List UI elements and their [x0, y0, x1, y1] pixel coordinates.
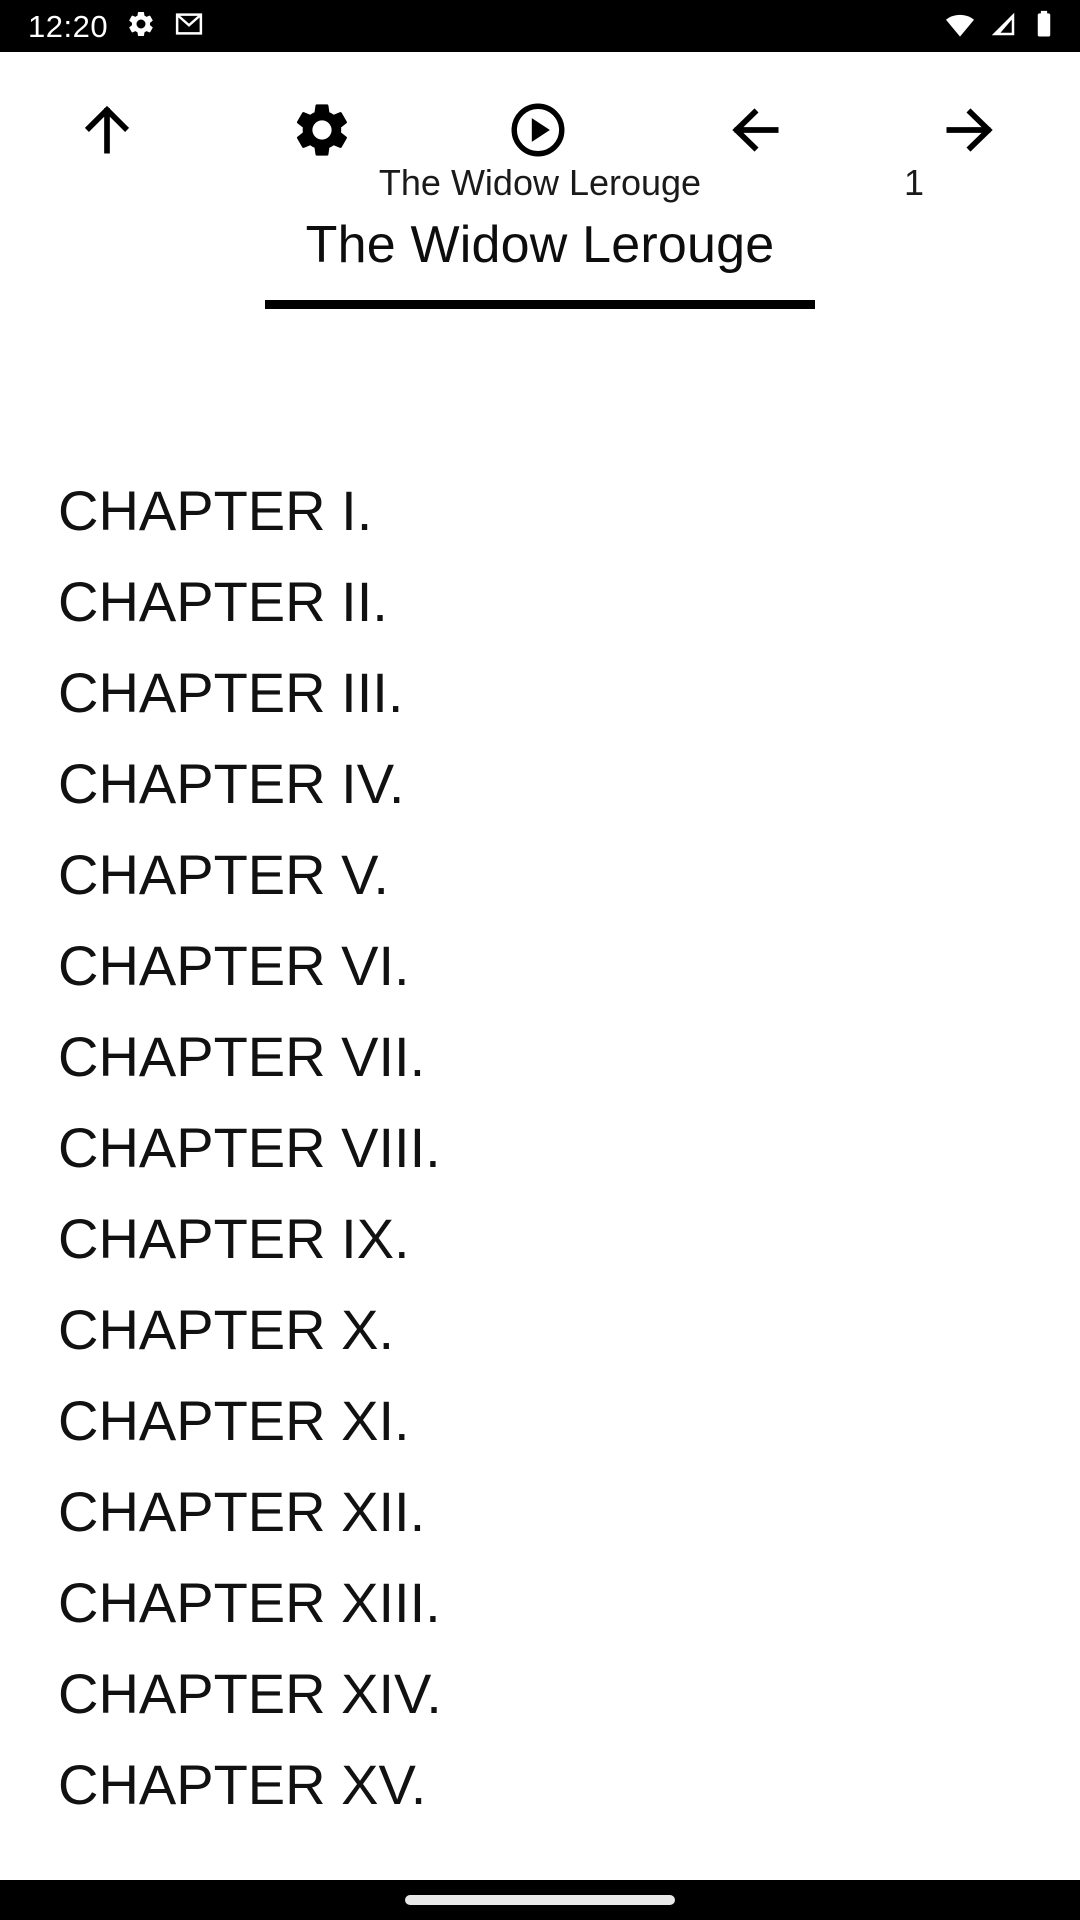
list-item[interactable]: CHAPTER I.	[0, 465, 1080, 556]
list-item[interactable]: CHAPTER V.	[0, 829, 1080, 920]
reader-content[interactable]: CHAPTER I. CHAPTER II. CHAPTER III. CHAP…	[0, 320, 1080, 1880]
battery-icon	[1030, 9, 1058, 44]
book-header-row: The Widow Lerouge 1	[0, 152, 1080, 214]
status-bar: 12:20	[0, 0, 1080, 52]
page-number: 1	[903, 162, 924, 203]
list-item[interactable]: CHAPTER VI.	[0, 920, 1080, 1011]
status-bar-left-group: 12:20	[28, 9, 204, 44]
list-item[interactable]: CHAPTER VII.	[0, 1011, 1080, 1102]
list-item[interactable]: CHAPTER XV.	[0, 1739, 1080, 1830]
list-item[interactable]: CHAPTER XI.	[0, 1375, 1080, 1466]
list-item[interactable]: CHAPTER XII.	[0, 1466, 1080, 1557]
system-navigation-bar	[0, 1880, 1080, 1920]
cellular-signal-icon	[988, 9, 1018, 44]
list-item[interactable]: CHAPTER III.	[0, 647, 1080, 738]
gmail-icon	[174, 9, 204, 44]
settings-gear-icon	[126, 9, 156, 44]
heading-divider-rule	[265, 300, 815, 309]
status-bar-right-group	[944, 8, 1058, 45]
list-item[interactable]: CHAPTER IV.	[0, 738, 1080, 829]
chapter-heading: The Widow Lerouge	[305, 216, 775, 274]
list-item[interactable]: CHAPTER IX.	[0, 1193, 1080, 1284]
list-item[interactable]: CHAPTER VIII.	[0, 1102, 1080, 1193]
list-item[interactable]: CHAPTER II.	[0, 556, 1080, 647]
list-item[interactable]: CHAPTER XIII.	[0, 1557, 1080, 1648]
status-bar-clock: 12:20	[28, 8, 109, 44]
table-of-contents-list: CHAPTER I. CHAPTER II. CHAPTER III. CHAP…	[0, 465, 1080, 1830]
book-header: The Widow Lerouge 1 The Widow Lerouge	[0, 152, 1080, 312]
wifi-icon	[944, 8, 976, 45]
list-item[interactable]: CHAPTER X.	[0, 1284, 1080, 1375]
reader-toolbar	[0, 52, 1080, 157]
chapter-heading-container: The Widow Lerouge	[0, 210, 1080, 310]
list-item[interactable]: CHAPTER XIV.	[0, 1648, 1080, 1739]
home-indicator[interactable]	[405, 1895, 675, 1905]
